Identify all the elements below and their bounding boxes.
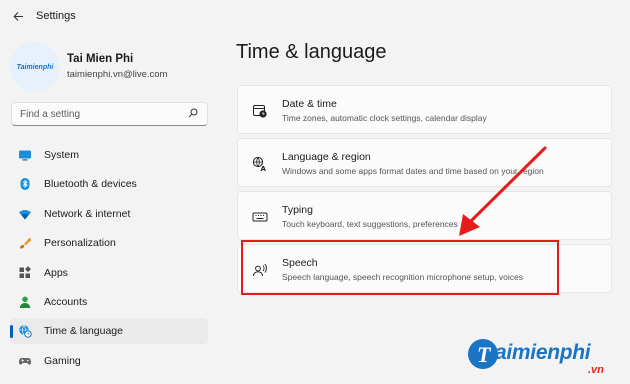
wifi-icon (18, 207, 32, 221)
sidebar-item-label: Time & language (44, 325, 123, 338)
card-title: Language & region (282, 151, 371, 163)
card-description: Windows and some apps format dates and t… (282, 166, 544, 176)
watermark-suffix: .vn (588, 364, 604, 376)
sidebar-item-label: Personalization (44, 237, 116, 250)
card-title: Typing (282, 204, 313, 216)
sidebar-item-label: Network & internet (44, 207, 131, 220)
typing-card[interactable]: Typing Touch keyboard, text suggestions,… (237, 191, 612, 240)
date-time-card[interactable]: Date & time Time zones, automatic clock … (237, 85, 612, 134)
language-region-card[interactable]: A Language & region Windows and some app… (237, 138, 612, 187)
watermark-logo: T aimienphi .vn (468, 337, 628, 383)
apps-grid-icon (18, 265, 32, 280)
sidebar-item-label: Apps (44, 266, 68, 279)
sidebar-item-apps[interactable]: Apps (10, 260, 208, 286)
person-icon (18, 295, 32, 309)
sidebar-nav: System Bluetooth & devices Network & int… (10, 142, 208, 377)
sidebar-item-system[interactable]: System (10, 142, 208, 168)
card-description: Speech language, speech recognition micr… (282, 272, 523, 282)
globe-clock-icon (18, 324, 32, 338)
search-input[interactable] (20, 108, 185, 120)
watermark-logo-icon: T (468, 339, 498, 369)
sidebar-item-label: Bluetooth & devices (44, 178, 137, 191)
card-title: Speech (282, 257, 318, 269)
avatar: Taimienphi (10, 42, 60, 92)
avatar-logo: Taimienphi (16, 63, 54, 71)
keyboard-icon (252, 209, 268, 225)
bluetooth-icon (18, 177, 32, 191)
sidebar-item-bluetooth-devices[interactable]: Bluetooth & devices (10, 171, 208, 197)
user-profile[interactable]: Taimienphi Tai Mien Phi taimienphi.vn@li… (10, 42, 210, 92)
language-icon: A (252, 156, 268, 172)
speech-card[interactable]: Speech Speech language, speech recogniti… (237, 244, 612, 293)
sidebar: Taimienphi Tai Mien Phi taimienphi.vn@li… (0, 32, 220, 384)
search-icon[interactable] (188, 108, 198, 118)
sidebar-item-time-language[interactable]: Time & language (10, 318, 208, 345)
sidebar-item-gaming[interactable]: Gaming (10, 348, 208, 374)
watermark-text: aimienphi (495, 341, 591, 364)
sidebar-item-label: System (44, 149, 80, 161)
svg-text:A: A (261, 165, 267, 172)
search-box[interactable] (11, 102, 208, 126)
card-description: Time zones, automatic clock settings, ca… (282, 113, 487, 123)
card-description: Touch keyboard, text suggestions, prefer… (282, 219, 458, 229)
page-title: Time & language (236, 41, 387, 63)
sidebar-item-label: Gaming (44, 354, 81, 367)
profile-name: Tai Mien Phi (67, 53, 134, 65)
sidebar-item-personalization[interactable]: Personalization (10, 230, 208, 256)
main-content: Time & language Date & time Time zones, … (222, 32, 630, 384)
sidebar-item-label: Accounts (44, 295, 88, 308)
sidebar-item-network-internet[interactable]: Network & internet (10, 201, 208, 227)
card-title: Date & time (282, 98, 337, 110)
back-arrow-icon (12, 11, 23, 21)
gamepad-icon (18, 354, 32, 368)
profile-email: taimienphi.vn@live.com (67, 69, 168, 80)
monitor-icon (18, 148, 32, 162)
calendar-clock-icon (252, 103, 268, 119)
sidebar-item-accounts[interactable]: Accounts (10, 289, 208, 315)
brush-icon (18, 236, 32, 250)
watermark-logo-letter: T (477, 342, 491, 367)
title-bar: Settings (0, 0, 630, 32)
speech-icon (252, 262, 268, 278)
window-title: Settings (36, 10, 76, 22)
back-button[interactable] (6, 4, 30, 28)
